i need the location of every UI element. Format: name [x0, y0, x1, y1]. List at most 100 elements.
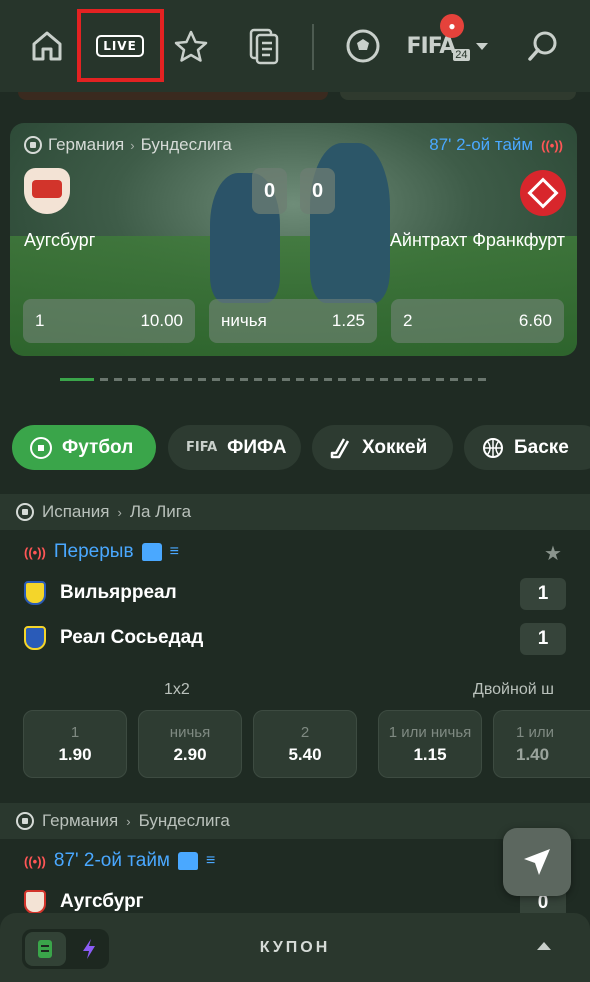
hot-flame-icon: ●	[440, 14, 464, 38]
page-indicator[interactable]	[408, 378, 416, 381]
page-indicator[interactable]	[100, 378, 108, 381]
home-score: 1	[520, 578, 566, 610]
fifa-icon: FIFA	[186, 440, 218, 455]
page-indicator[interactable]	[212, 378, 220, 381]
team-crest-icon	[24, 581, 46, 605]
bet-value: 1.90	[58, 744, 92, 764]
favorite-star-icon[interactable]: ★	[544, 541, 562, 566]
bet-button-draw[interactable]: ничья 2.90	[138, 710, 242, 778]
match-time: 87' 2-ой тайм	[429, 135, 534, 154]
bets-history-icon[interactable]	[242, 18, 284, 74]
league-header-la-liga[interactable]: Испания › Ла Лига	[0, 494, 590, 530]
page-indicator[interactable]	[282, 378, 290, 381]
page-indicator[interactable]	[198, 378, 206, 381]
team-row-home[interactable]: Вильярреал	[24, 581, 177, 605]
bet-button-away[interactable]: 2 5.40	[253, 710, 357, 778]
lineup-shirt-icon[interactable]	[141, 543, 162, 561]
page-indicator[interactable]	[142, 378, 150, 381]
page-indicator[interactable]	[184, 378, 192, 381]
hockey-stick-icon	[330, 437, 350, 458]
bet-button-home-or-away[interactable]: 1 или 1.40	[493, 710, 590, 778]
football-icon	[16, 503, 34, 521]
tab-label: Баске	[514, 436, 569, 458]
page-indicator[interactable]	[324, 378, 332, 381]
page-indicator[interactable]	[114, 378, 122, 381]
league-label: Бундеслига	[140, 135, 232, 154]
football-icon	[16, 812, 34, 830]
page-indicator[interactable]	[296, 378, 304, 381]
fifa-year: 24	[453, 49, 470, 61]
page-indicator[interactable]	[156, 378, 164, 381]
page-indicator[interactable]	[450, 378, 458, 381]
coupon-bar[interactable]: КУПОН	[0, 913, 590, 982]
page-indicator[interactable]	[268, 378, 276, 381]
statistics-icon[interactable]: ≡	[206, 852, 215, 870]
featured-league: Германия › Бундеслига	[24, 135, 232, 155]
tab-basketball[interactable]: Баске	[464, 425, 590, 470]
league-label: Ла Лига	[129, 502, 192, 521]
odd-button-home[interactable]: 1 10.00	[23, 299, 195, 343]
bet-button-home-or-draw[interactable]: 1 или ничья 1.15	[378, 710, 482, 778]
match-time: 87' 2-ой тайм	[53, 850, 170, 871]
favorites-star-icon[interactable]	[170, 18, 212, 74]
page-indicator[interactable]	[478, 378, 486, 381]
page-indicator[interactable]	[352, 378, 360, 381]
team-row-away[interactable]: Реал Сосьедад	[24, 626, 203, 650]
bet-value: 1.40	[516, 744, 550, 764]
page-indicator[interactable]	[240, 378, 248, 381]
search-icon[interactable]	[522, 18, 564, 74]
share-send-button[interactable]	[503, 828, 571, 896]
home-score: 0	[252, 168, 287, 214]
bet-label: 1 или ничья	[388, 723, 472, 741]
football-icon[interactable]	[342, 18, 384, 74]
away-score: 0	[300, 168, 335, 214]
separator-icon: ›	[126, 813, 131, 829]
odd-label: 1	[35, 311, 45, 330]
chevron-down-icon[interactable]	[472, 18, 492, 74]
bet-button-home[interactable]: 1 1.90	[23, 710, 127, 778]
page-indicator[interactable]	[366, 378, 374, 381]
page-indicator[interactable]	[128, 378, 136, 381]
away-team-name: Айнтрахт Франкфурт	[389, 230, 565, 250]
odd-button-away[interactable]: 2 6.60	[391, 299, 564, 343]
chevron-up-icon[interactable]	[537, 942, 551, 950]
lineup-shirt-icon[interactable]	[178, 852, 198, 870]
tab-football[interactable]: Футбол	[12, 425, 156, 470]
football-icon	[24, 136, 42, 154]
separator-icon: ›	[130, 137, 135, 153]
page-indicator[interactable]	[464, 378, 472, 381]
live-broadcast-icon: ((•))	[24, 853, 46, 869]
page-indicator[interactable]	[170, 378, 178, 381]
page-indicator[interactable]	[380, 378, 388, 381]
odd-label: ничья	[221, 311, 267, 330]
odd-value: 6.60	[518, 311, 552, 330]
featured-match-card[interactable]: Германия › Бундеслига 87' 2-ой тайм ((•)…	[10, 123, 577, 356]
match-time: Перерыв	[53, 541, 134, 562]
league-header-bundesliga[interactable]: Германия › Бундеслига	[0, 803, 590, 839]
tab-fifa[interactable]: FIFA ФИФА	[168, 425, 301, 470]
basketball-icon	[483, 437, 503, 458]
page-indicator[interactable]	[436, 378, 444, 381]
bet-value: 2.90	[173, 744, 207, 764]
page-indicator[interactable]	[226, 378, 234, 381]
odd-button-draw[interactable]: ничья 1.25	[209, 299, 377, 343]
page-indicator[interactable]	[310, 378, 318, 381]
tab-hockey[interactable]: Хоккей	[312, 425, 453, 470]
page-indicator[interactable]	[394, 378, 402, 381]
country-label: Испания	[42, 502, 110, 521]
match-status: ((•)) 87' 2-ой тайм ≡	[24, 850, 215, 872]
statistics-icon[interactable]: ≡	[170, 543, 179, 561]
bet-label: 1 или	[516, 723, 555, 741]
team-row-home[interactable]: Аугсбург	[24, 890, 144, 914]
top-navigation: LIVE FIFA 24 ●	[0, 0, 590, 92]
home-icon[interactable]	[24, 18, 70, 74]
tab-label: Футбол	[62, 436, 134, 458]
player-figure	[310, 143, 390, 303]
previous-banner-edge	[0, 92, 590, 104]
page-indicator-active[interactable]	[60, 378, 94, 381]
page-indicator[interactable]	[254, 378, 262, 381]
page-indicator[interactable]	[422, 378, 430, 381]
page-indicator[interactable]	[338, 378, 346, 381]
team-name: Реал Сосьедад	[60, 627, 204, 648]
tab-label: Хоккей	[362, 436, 428, 458]
